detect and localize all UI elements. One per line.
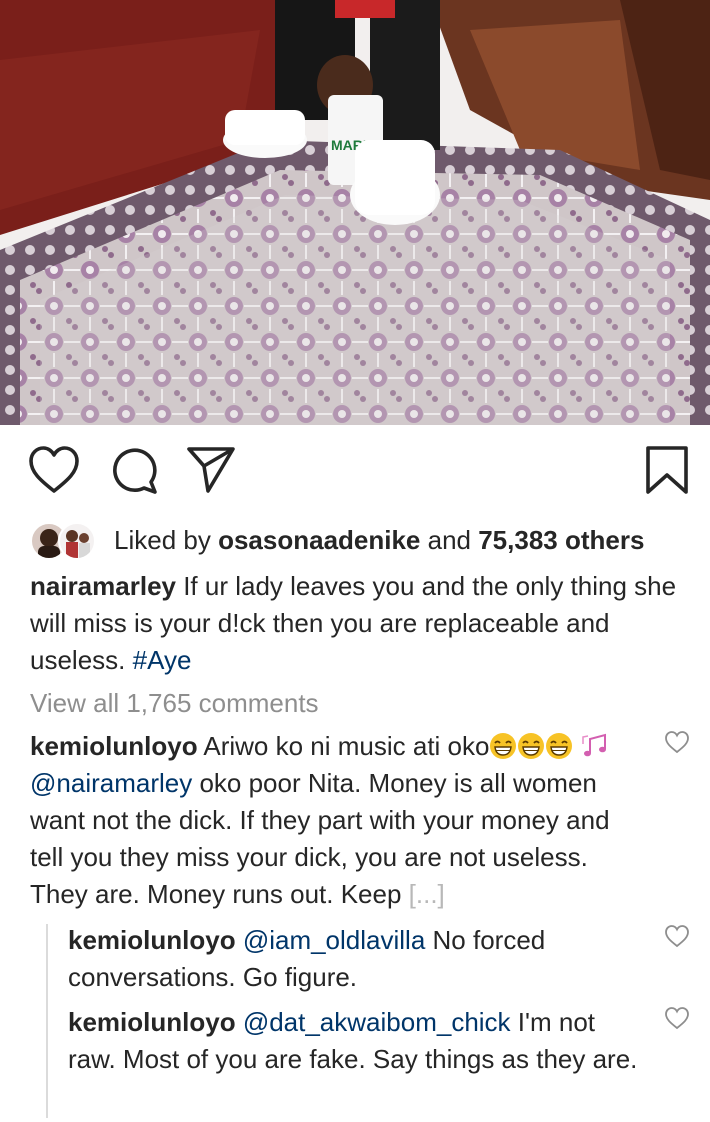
comment-icon[interactable] xyxy=(108,445,158,500)
bookmark-icon[interactable] xyxy=(644,445,690,500)
comment-text: Ariwo ko ni music ati oko xyxy=(197,731,490,761)
caption-hashtag[interactable]: #Aye xyxy=(133,645,192,675)
emoji-grin-icon xyxy=(545,731,573,761)
reply-username[interactable]: kemiolunloyo xyxy=(68,1007,236,1037)
share-icon[interactable] xyxy=(186,445,236,500)
post-caption: nairamarley If ur lady leaves you and th… xyxy=(30,568,680,679)
comment-username[interactable]: kemiolunloyo xyxy=(30,731,198,761)
heart-icon[interactable] xyxy=(664,730,690,759)
liker-avatars xyxy=(30,520,98,560)
likes-prefix: Liked by xyxy=(114,524,219,555)
comment-reply: kemiolunloyo @iam_oldlavilla No forced c… xyxy=(68,922,638,996)
likes-middle: and xyxy=(420,524,479,555)
comment: kemiolunloyo Ariwo ko ni music ati oko @… xyxy=(30,728,630,913)
reply-mention[interactable]: @dat_akwaibom_chick xyxy=(243,1007,511,1037)
likes-text: Liked by osasonaadenike and 75,383 other… xyxy=(114,525,644,556)
caption-username[interactable]: nairamarley xyxy=(30,571,176,601)
reply-thread-line xyxy=(46,924,48,1118)
view-all-comments-link[interactable]: View all 1,765 comments xyxy=(30,688,319,719)
post-image: MARL xyxy=(0,0,710,425)
heart-icon[interactable] xyxy=(28,445,80,500)
likes-count[interactable]: 75,383 others xyxy=(478,525,644,555)
heart-icon[interactable] xyxy=(664,924,690,953)
post-photo[interactable]: MARL xyxy=(0,0,710,425)
avatar[interactable] xyxy=(58,522,96,560)
liker-username[interactable]: osasonaadenike xyxy=(218,525,420,555)
heart-icon[interactable] xyxy=(664,1006,690,1035)
music-notes-icon xyxy=(581,731,609,761)
more-link[interactable]: [...] xyxy=(409,879,445,909)
reply-username[interactable]: kemiolunloyo xyxy=(68,925,236,955)
reply-mention[interactable]: @iam_oldlavilla xyxy=(243,925,425,955)
comment-reply: kemiolunloyo @dat_akwaibom_chick I'm not… xyxy=(68,1004,638,1078)
likes-row: Liked by osasonaadenike and 75,383 other… xyxy=(30,518,644,562)
emoji-grin-icon xyxy=(489,731,517,761)
emoji-grin-icon xyxy=(517,731,545,761)
comment-mention[interactable]: @nairamarley xyxy=(30,768,192,798)
action-bar xyxy=(0,445,710,500)
